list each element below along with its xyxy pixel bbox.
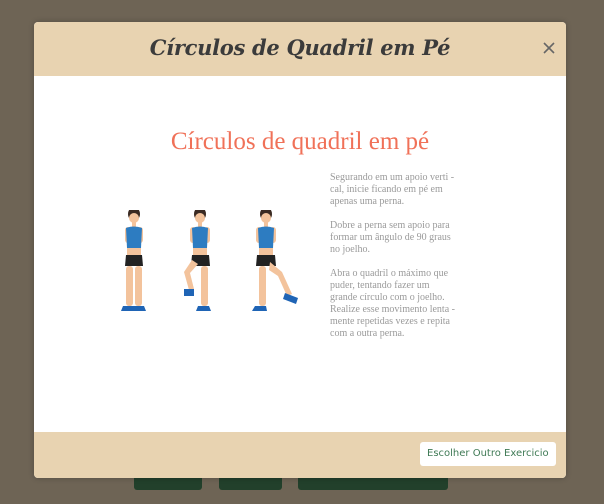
- modal-footer: Escolher Outro Exercicio: [34, 432, 566, 478]
- choose-another-exercise-button[interactable]: Escolher Outro Exercicio: [420, 442, 556, 466]
- figure-knee-open: [252, 210, 298, 311]
- exercise-illustration: [121, 210, 298, 311]
- modal-title: Círculos de Quadril em Pé: [149, 35, 451, 60]
- instruction-step-3: Abra o quadril o máximo que puder, tenta…: [330, 268, 455, 339]
- exercise-title: Círculos de quadril em pé: [170, 128, 430, 155]
- modal-body: Círculos de quadril em pé Segurando em u…: [34, 76, 566, 432]
- figure-standing: [121, 210, 146, 311]
- figure-knee-raised: [184, 210, 211, 311]
- exercise-modal: Círculos de Quadril em Pé Círculos de qu…: [34, 22, 566, 478]
- instruction-step-2: Dobre a perna sem apoio para formar um â…: [330, 220, 451, 255]
- exercise-instructions: Segurando em um apoio verti - cal, inici…: [330, 172, 480, 352]
- modal-header: Círculos de Quadril em Pé: [34, 22, 566, 76]
- instruction-step-1: Segurando em um apoio verti - cal, inici…: [330, 172, 455, 207]
- close-icon: [543, 42, 555, 54]
- close-button[interactable]: [539, 38, 559, 58]
